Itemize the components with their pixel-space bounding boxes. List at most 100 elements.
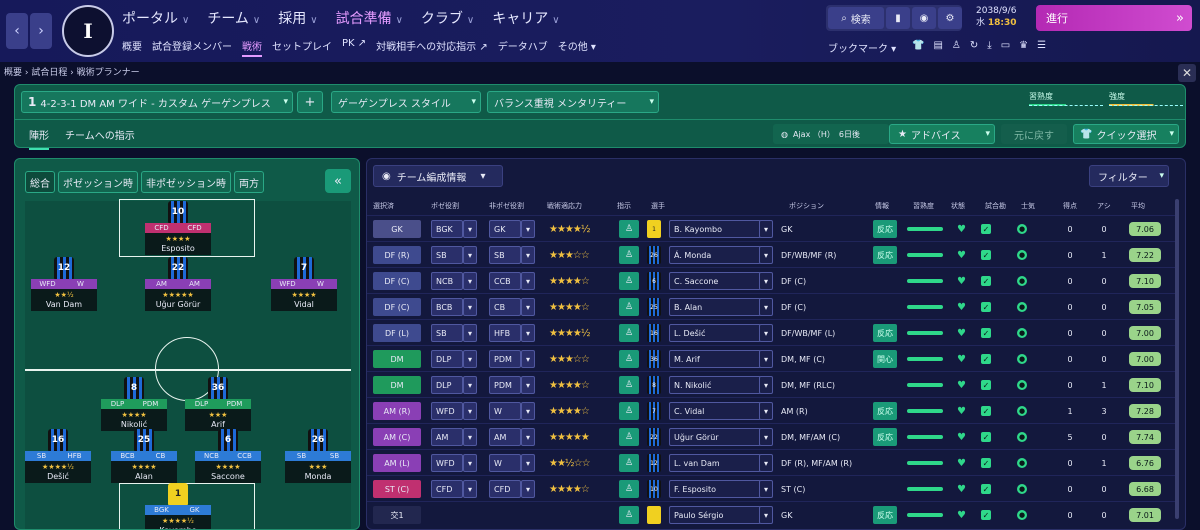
stack-icon[interactable]: ☰ <box>1037 40 1046 51</box>
main-nav-item[interactable]: キャリア ∨ <box>492 8 559 28</box>
chevron-down-icon[interactable]: ▾ <box>759 324 773 342</box>
main-nav-item[interactable]: 採用 ∨ <box>278 8 317 28</box>
column-header[interactable]: 試合勘 <box>985 201 1006 211</box>
info-badge[interactable]: 反応 <box>873 506 897 524</box>
chevron-down-icon[interactable]: ▾ <box>463 246 477 264</box>
info-badge[interactable]: 反応 <box>873 402 897 420</box>
info-badge[interactable]: 反応 <box>873 324 897 342</box>
column-header[interactable]: アシ <box>1097 201 1111 211</box>
refresh-icon[interactable]: ↻ <box>970 40 978 51</box>
in-possession-role[interactable]: NCB <box>431 272 463 290</box>
table-row[interactable]: DM DLP ▾ PDM ▾ ★★★☆☆ ♙ 36 M. Arif ▾ DM, MF (C) 関心 ♥ ✓… <box>367 345 1175 371</box>
column-header[interactable]: 選手 <box>651 201 665 211</box>
chevron-down-icon[interactable]: ▾ <box>463 272 477 290</box>
instructions-icon[interactable]: ♙ <box>619 350 639 368</box>
chevron-down-icon[interactable]: ▾ <box>759 298 773 316</box>
column-header[interactable]: 士気 <box>1021 201 1035 211</box>
chevron-down-icon[interactable]: ▾ <box>521 454 535 472</box>
table-row[interactable]: DF (C) BCB ▾ CB ▾ ★★★★☆ ♙ 25 B. Alan ▾ DF (C) ♥ ✓ ● 0 0… <box>367 293 1175 319</box>
out-possession-role[interactable]: CB <box>489 298 521 316</box>
main-nav-item[interactable]: チーム ∨ <box>207 8 260 28</box>
column-header[interactable]: 選択済 <box>373 201 394 211</box>
column-header[interactable]: ポジション <box>789 201 824 211</box>
instructions-icon[interactable]: ♙ <box>619 506 639 524</box>
table-row[interactable]: 交1 ♙ Paulo Sérgio ▾ GK 反応 ♥ ✓ ● 0 0 7.01 <box>367 501 1175 527</box>
chevron-down-icon[interactable]: ▾ <box>759 376 773 394</box>
position-slot[interactable]: DM <box>373 376 421 394</box>
out-possession-role[interactable]: W <box>489 402 521 420</box>
sub-nav-item[interactable]: その他 ▾ <box>558 38 596 57</box>
continue-button[interactable]: 進行 » <box>1036 5 1192 31</box>
sub-nav-item[interactable]: 戦術 <box>242 38 262 57</box>
main-nav-item[interactable]: 試合準備 ∨ <box>336 8 403 28</box>
chevron-down-icon[interactable]: ▾ <box>759 350 773 368</box>
in-possession-role[interactable]: AM <box>431 428 463 446</box>
out-possession-role[interactable]: AM <box>489 428 521 446</box>
instructions-icon[interactable]: ♙ <box>619 324 639 342</box>
search-button[interactable]: ⌕ 検索 <box>828 7 884 29</box>
chevron-down-icon[interactable]: ▾ <box>521 298 535 316</box>
position-slot[interactable]: DF (C) <box>373 272 421 290</box>
sub-nav-item[interactable]: データハブ <box>498 38 548 57</box>
out-possession-role[interactable]: HFB <box>489 324 521 342</box>
notes-icon[interactable]: ▮ <box>886 7 910 29</box>
table-row[interactable]: GK BGK ▾ GK ▾ ★★★★½ ♙ 1 B. Kayombo ▾ GK 反応 ♥ ✓ ● 0 0 7.06 <box>367 215 1175 241</box>
chevron-down-icon[interactable]: ▾ <box>463 428 477 446</box>
out-possession-role[interactable]: PDM <box>489 350 521 368</box>
column-header[interactable]: 戦術適応力 <box>547 201 582 211</box>
in-possession-role[interactable]: DLP <box>431 376 463 394</box>
chevron-down-icon[interactable]: ▾ <box>463 324 477 342</box>
download-icon[interactable]: ⤓ <box>987 40 991 51</box>
chevron-down-icon[interactable]: ▾ <box>463 376 477 394</box>
clipboard-icon[interactable]: ▤ <box>933 40 942 51</box>
position-slot[interactable]: AM (L) <box>373 454 421 472</box>
instructions-icon[interactable]: ♙ <box>619 402 639 420</box>
instructions-icon[interactable]: ♙ <box>619 272 639 290</box>
player-card[interactable]: 25 BCB CB ★★★★ Alan <box>111 429 177 483</box>
out-possession-role[interactable]: W <box>489 454 521 472</box>
collapse-button[interactable]: « <box>325 169 351 193</box>
player-select[interactable]: N. Nikolić <box>669 376 761 394</box>
style-select[interactable]: ゲーゲンプレス スタイル ▾ <box>331 91 481 113</box>
player-card[interactable]: 6 NCB CCB ★★★★ Saccone <box>195 429 261 483</box>
player-select[interactable]: C. Saccone <box>669 272 761 290</box>
shirt-icon[interactable]: 👕 <box>912 40 924 51</box>
position-slot[interactable]: AM (R) <box>373 402 421 420</box>
instructions-icon[interactable]: ♙ <box>619 376 639 394</box>
table-row[interactable]: DF (L) SB ▾ HFB ▾ ★★★★½ ♙ 16 L. Dešić ▾ DF/WB/MF (… <box>367 319 1175 345</box>
tab-team-instructions[interactable]: チームへの指示 <box>65 127 135 142</box>
player-select[interactable]: C. Vidal <box>669 402 761 420</box>
player-card[interactable]: 26 SB SB ★★★ Monda <box>285 429 351 483</box>
table-row[interactable]: DF (C) NCB ▾ CCB ▾ ★★★★☆ ♙ 6 C. Saccone ▾ DF (C) ♥ ✓… <box>367 267 1175 293</box>
player-card[interactable]: 7 WFD W ★★★★ Vidal <box>271 257 337 311</box>
card-icon[interactable]: ▭ <box>1001 40 1010 51</box>
instructions-icon[interactable]: ♙ <box>619 480 639 498</box>
player-card[interactable]: 10 CFD CFD ★★★★ Esposito <box>145 201 211 255</box>
pitch-tab[interactable]: 総合 <box>25 171 55 193</box>
out-possession-role[interactable]: CFD <box>489 480 521 498</box>
chevron-down-icon[interactable]: ▾ <box>521 376 535 394</box>
forward-button[interactable]: › <box>30 13 52 49</box>
mentality-select[interactable]: バランス重視 メンタリティー ▾ <box>487 91 659 113</box>
column-header[interactable]: 状態 <box>951 201 965 211</box>
player-select[interactable]: Paulo Sérgio <box>669 506 761 524</box>
position-slot[interactable]: GK <box>373 220 421 238</box>
info-badge[interactable]: 反応 <box>873 220 897 238</box>
position-slot[interactable]: DF (R) <box>373 246 421 264</box>
chevron-down-icon[interactable]: ▾ <box>521 402 535 420</box>
formation-select[interactable]: 1 4-2-3-1 DM AM ワイド - カスタム ゲーゲンプレス ▾ <box>21 91 293 113</box>
info-badge[interactable]: 反応 <box>873 246 897 264</box>
scrollbar[interactable] <box>1175 199 1179 519</box>
close-icon[interactable]: ✕ <box>1178 64 1196 82</box>
chevron-down-icon[interactable]: ▾ <box>463 454 477 472</box>
reset-button[interactable]: 元に戻す <box>1001 124 1067 144</box>
chevron-down-icon[interactable]: ▾ <box>759 402 773 420</box>
info-badge[interactable]: 反応 <box>873 428 897 446</box>
column-header[interactable]: 指示 <box>617 201 631 211</box>
next-opponent[interactable]: ◍ Ajax （H） 6日後 <box>773 124 889 144</box>
table-row[interactable]: AM (R) WFD ▾ W ▾ ★★★★☆ ♙ 7 C. Vidal ▾ AM (R) 反応 ♥ ✓ ● 1… <box>367 397 1175 423</box>
pitch-tab[interactable]: ポゼッション時 <box>58 171 138 193</box>
chevron-down-icon[interactable]: ▾ <box>521 246 535 264</box>
chevron-down-icon[interactable]: ▾ <box>759 428 773 446</box>
main-nav-item[interactable]: クラブ ∨ <box>421 8 474 28</box>
